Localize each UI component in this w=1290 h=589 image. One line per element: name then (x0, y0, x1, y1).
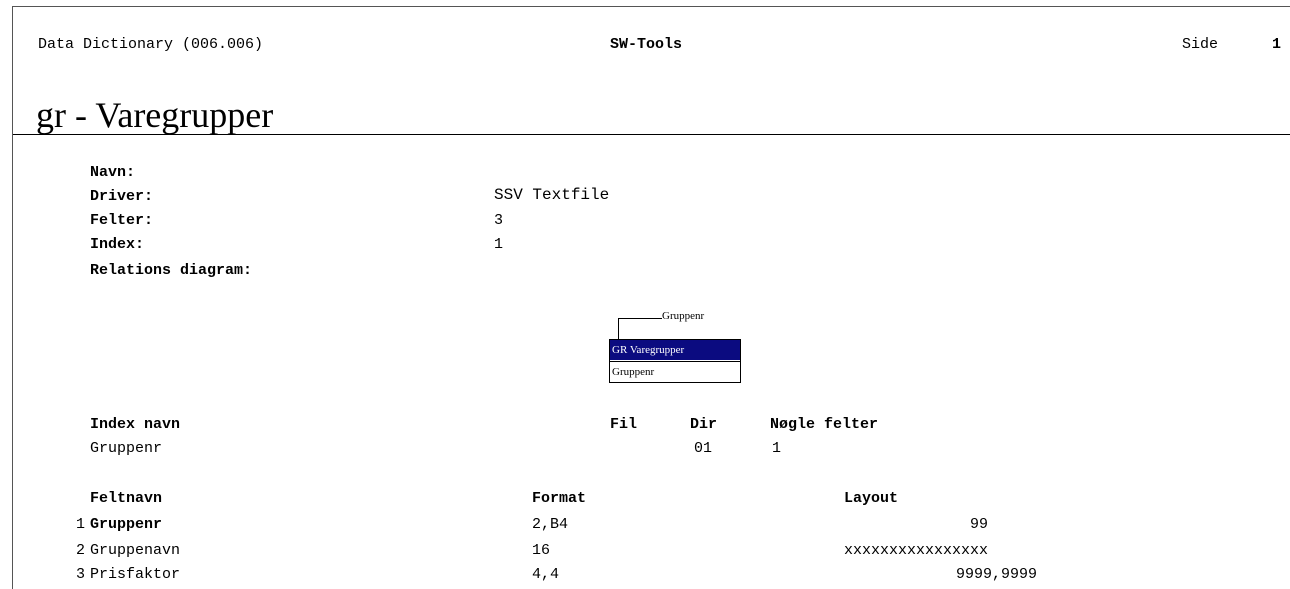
driver-value: SSV Textfile (494, 186, 610, 204)
felter-value: 3 (494, 212, 504, 229)
field-row-layout: 9999,9999 (956, 566, 1038, 583)
report-header-title: Data Dictionary (006.006) (38, 36, 264, 53)
index-value: 1 (494, 236, 504, 253)
index-header-keys: Nøgle felter (770, 416, 879, 433)
page-number: 1 (1272, 36, 1282, 53)
felter-label: Felter: (90, 212, 154, 229)
index-row-keys: 1 (772, 440, 782, 457)
field-header-name: Feltnavn (90, 490, 163, 507)
field-row-format: 4,4 (532, 566, 560, 583)
field-row-layout: 99 (970, 516, 989, 533)
field-header-format: Format (532, 490, 587, 507)
page-title: gr - Varegrupper (36, 95, 274, 135)
title-rule (13, 134, 1290, 135)
field-row-num: 1 (76, 516, 86, 533)
field-row-name: Gruppenr (90, 516, 163, 533)
field-row-name: Prisfaktor (90, 566, 181, 583)
field-row-format: 2,B4 (532, 516, 569, 533)
index-row-name: Gruppenr (90, 440, 163, 457)
field-row-num: 2 (76, 542, 86, 559)
relation-label: Gruppenr (662, 310, 705, 322)
index-row-dir: 01 (694, 440, 713, 457)
field-row-num: 3 (76, 566, 86, 583)
entity-field: Gruppenr (610, 361, 740, 381)
field-row-format: 16 (532, 542, 551, 559)
relation-connector (618, 318, 619, 339)
relations-diagram-label: Relations diagram: (90, 262, 253, 279)
field-row-layout: xxxxxxxxxxxxxxxx (844, 542, 989, 559)
navn-label: Navn: (90, 164, 136, 181)
entity-box: GR Varegrupper Gruppenr (609, 339, 741, 383)
index-header-name: Index navn (90, 416, 181, 433)
index-header-fil: Fil (610, 416, 638, 433)
relation-line (618, 318, 662, 319)
entity-title: GR Varegrupper (610, 340, 740, 360)
page-label: Side (1182, 36, 1219, 53)
field-row-name: Gruppenavn (90, 542, 181, 559)
index-label: Index: (90, 236, 145, 253)
report-header-app: SW-Tools (610, 36, 683, 53)
field-header-layout: Layout (844, 490, 899, 507)
index-header-dir: Dir (690, 416, 718, 433)
driver-label: Driver: (90, 188, 154, 205)
